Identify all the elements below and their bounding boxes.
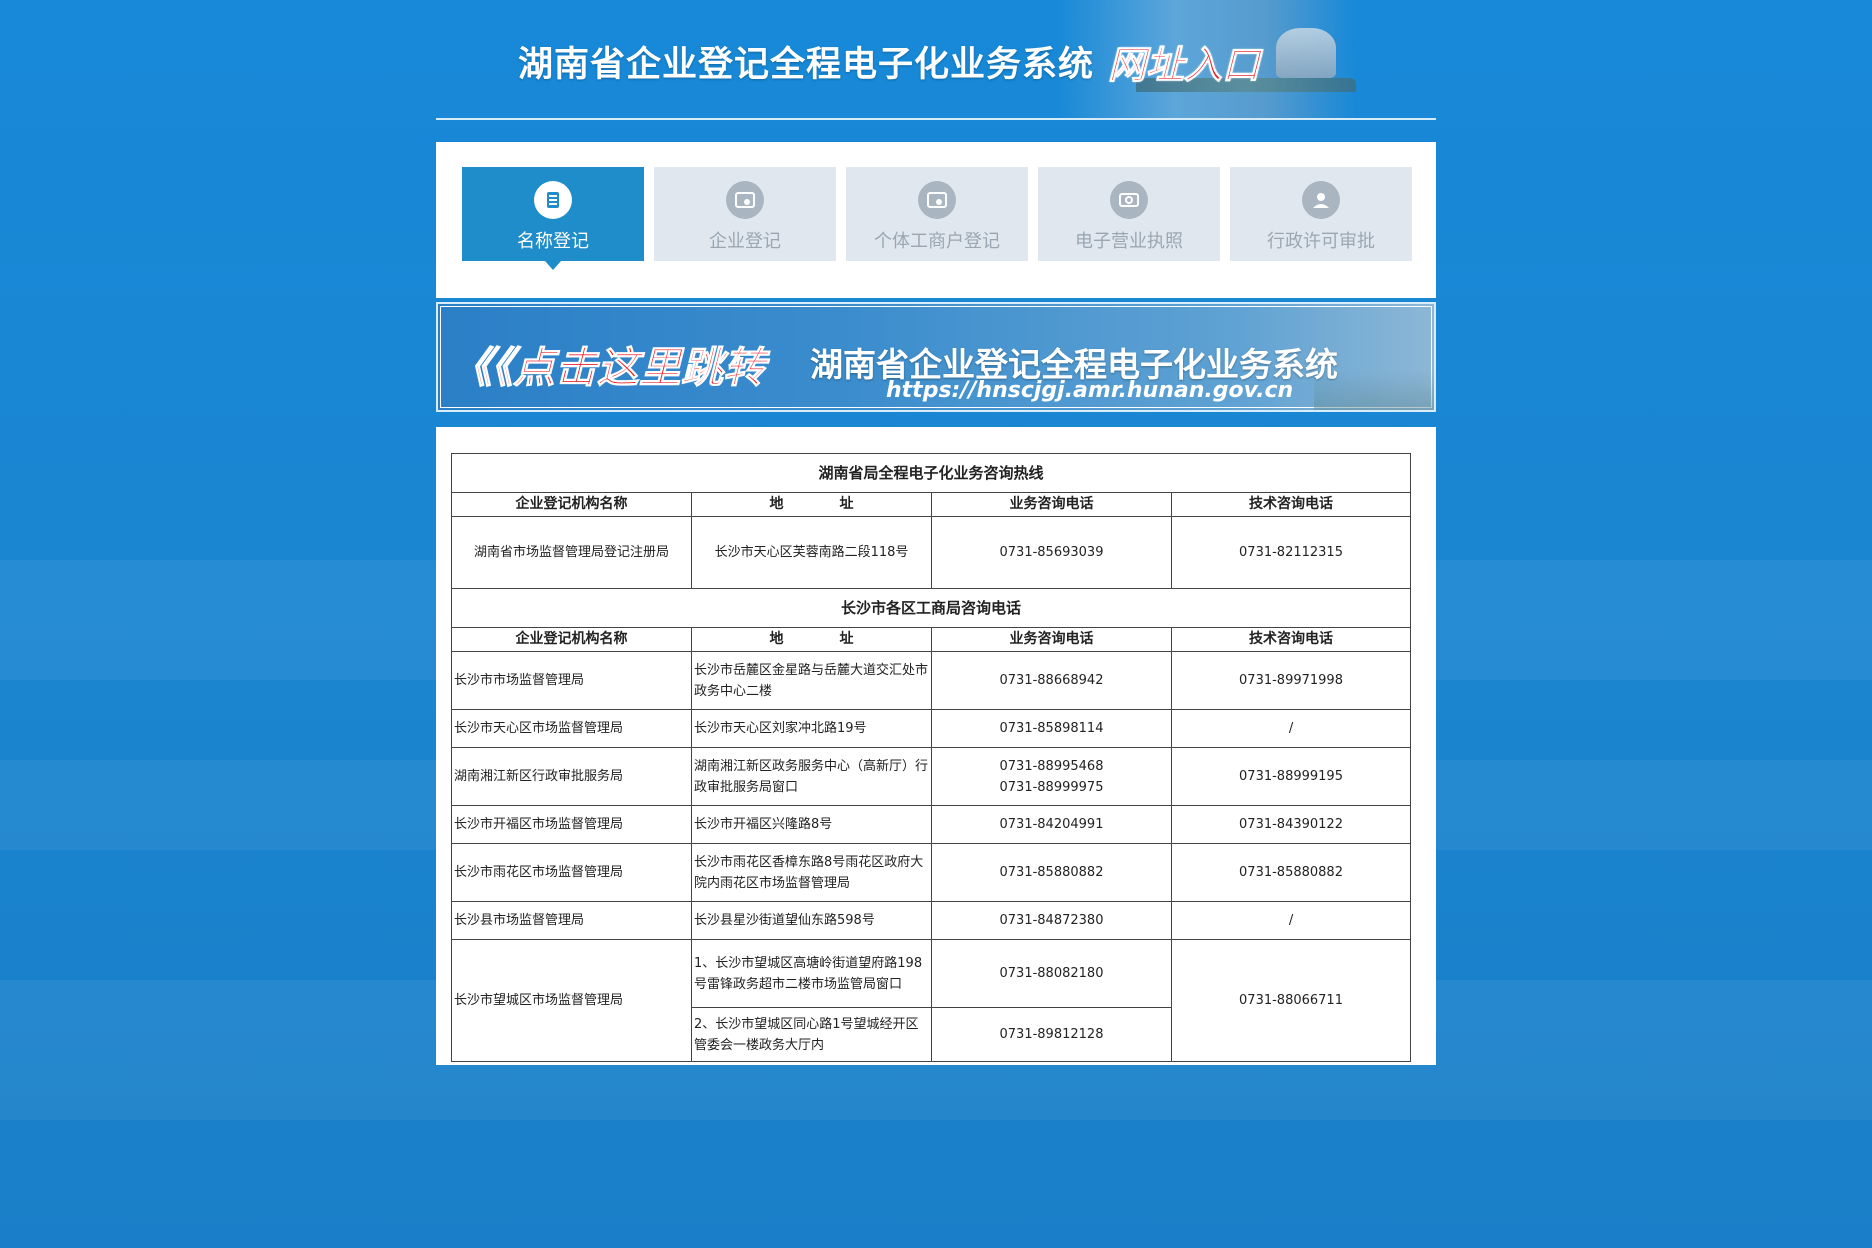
org-name-cell: 湖南省市场监督管理局登记注册局	[451, 516, 692, 589]
column-header: 技术咨询电话	[1170, 492, 1412, 517]
hotline-table: 湖南省局全程电子化业务咨询热线 企业登记机构名称 地 址 业务咨询电话 技术咨询…	[450, 453, 1412, 1062]
address-cell: 长沙市岳麓区金星路与岳麓大道交汇处市政务中心二楼	[691, 651, 932, 710]
org-name-cell: 长沙县市场监督管理局	[451, 901, 692, 940]
column-header: 业务咨询电话	[931, 492, 1172, 517]
tech-phone-cell: 0731-88066711	[1170, 939, 1412, 1062]
column-header-row: 企业登记机构名称 地 址 业务咨询电话 技术咨询电话	[451, 627, 1412, 652]
business-phone-cell: 0731-88082180	[931, 939, 1172, 1008]
section-title: 湖南省局全程电子化业务咨询热线	[450, 453, 1412, 493]
tech-phone-cell: 0731-88999195	[1170, 747, 1412, 806]
license-icon	[1110, 181, 1148, 219]
business-phone-cell: 0731-85880882	[931, 843, 1172, 902]
org-name-cell: 湖南湘江新区行政审批服务局	[451, 747, 692, 806]
id-card-icon	[726, 181, 764, 219]
header-statue-image	[1276, 28, 1336, 78]
business-phone-cell: 0731-85693039	[931, 516, 1172, 589]
address-cell: 长沙市天心区刘家冲北路19号	[691, 709, 932, 748]
tab-label: 电子营业执照	[1075, 231, 1183, 252]
table-row: 长沙县市场监督管理局 长沙县星沙街道望仙东路598号 0731-84872380…	[451, 901, 1412, 940]
tab-name-registration[interactable]: 名称登记	[462, 167, 644, 270]
user-icon	[1302, 181, 1340, 219]
tab-label: 个体工商户登记	[874, 231, 1000, 252]
column-header-row: 企业登记机构名称 地 址 业务咨询电话 技术咨询电话	[451, 492, 1412, 517]
table-row: 长沙市望城区市场监督管理局 1、长沙市望城区高塘岭街道望府路198号雷锋政务超市…	[451, 939, 1412, 1062]
org-name-cell: 长沙市雨花区市场监督管理局	[451, 843, 692, 902]
id-card-icon	[918, 181, 956, 219]
tabs-panel: 名称登记 企业登记 个体工商户登记 电子营业执照 行政许可审批	[436, 142, 1436, 298]
table-row: 长沙市雨花区市场监督管理局 长沙市雨花区香樟东路8号雨花区政府大院内雨花区市场监…	[451, 843, 1412, 902]
business-phone-cell: 0731-85898114	[931, 709, 1172, 748]
section-title-row: 长沙市各区工商局咨询电话	[450, 588, 1412, 628]
business-phone-cell: 0731-88668942	[931, 651, 1172, 710]
tech-phone-cell: 0731-89971998	[1170, 651, 1412, 710]
tech-phone-cell: 0731-82112315	[1170, 516, 1412, 589]
tab-label: 行政许可审批	[1267, 231, 1375, 252]
table-row: 湖南湘江新区行政审批服务局 湖南湘江新区政务服务中心（高新厅）行政审批服务局窗口…	[451, 747, 1412, 806]
hotline-panel: 湖南省局全程电子化业务咨询热线 企业登记机构名称 地 址 业务咨询电话 技术咨询…	[436, 427, 1436, 1065]
jump-banner[interactable]: 《《点击这里跳转 湖南省企业登记全程电子化业务系统 https://hnscjg…	[436, 302, 1436, 412]
page-header: 湖南省企业登记全程电子化业务系统 网址入口	[436, 0, 1436, 120]
column-header: 企业登记机构名称	[451, 627, 692, 652]
table-row: 长沙市市场监督管理局 长沙市岳麓区金星路与岳麓大道交汇处市政务中心二楼 0731…	[451, 651, 1412, 710]
column-header: 业务咨询电话	[931, 627, 1172, 652]
table-row: 长沙市天心区市场监督管理局 长沙市天心区刘家冲北路19号 0731-858981…	[451, 709, 1412, 748]
tech-phone-cell: /	[1170, 901, 1412, 940]
address-cell: 1、长沙市望城区高塘岭街道望府路198号雷锋政务超市二楼市场监管局窗口	[691, 939, 932, 1008]
business-phone-cell: 0731-89812128	[931, 1007, 1172, 1062]
banner-url: https://hnscjgj.amr.hunan.gov.cn	[886, 378, 1294, 403]
tech-phone-cell: 0731-85880882	[1170, 843, 1412, 902]
jump-link[interactable]: 《《点击这里跳转	[449, 334, 765, 395]
tech-phone-cell: /	[1170, 709, 1412, 748]
org-name-cell: 长沙市开福区市场监督管理局	[451, 805, 692, 844]
business-phone-cell: 0731-88995468 0731-88999975	[931, 747, 1172, 806]
tab-administrative-approval[interactable]: 行政许可审批	[1230, 167, 1412, 261]
org-name-cell: 长沙市市场监督管理局	[451, 651, 692, 710]
header-divider	[436, 118, 1436, 120]
table-row: 长沙市开福区市场监督管理局 长沙市开福区兴隆路8号 0731-84204991 …	[451, 805, 1412, 844]
tech-phone-cell: 0731-84390122	[1170, 805, 1412, 844]
address-cell: 长沙市雨花区香樟东路8号雨花区政府大院内雨花区市场监督管理局	[691, 843, 932, 902]
tab-label: 名称登记	[517, 231, 589, 252]
business-phone-cell: 0731-84204991	[931, 805, 1172, 844]
address-cell: 2、长沙市望城区同心路1号望城经开区管委会一楼政务大厅内	[691, 1007, 932, 1062]
page-title: 湖南省企业登记全程电子化业务系统	[518, 45, 1095, 85]
business-phone-line: 0731-88995468	[999, 758, 1104, 774]
business-phone-cell: 0731-84872380	[931, 901, 1172, 940]
org-name-cell: 长沙市天心区市场监督管理局	[451, 709, 692, 748]
business-phone-line: 0731-88999975	[999, 779, 1104, 795]
entry-label: 网址入口	[1107, 43, 1261, 88]
tab-electronic-business-license[interactable]: 电子营业执照	[1038, 167, 1220, 261]
tab-individual-business-registration[interactable]: 个体工商户登记	[846, 167, 1028, 261]
address-cell: 长沙市开福区兴隆路8号	[691, 805, 932, 844]
list-icon	[534, 181, 572, 219]
table-row: 湖南省市场监督管理局登记注册局 长沙市天心区芙蓉南路二段118号 0731-85…	[451, 516, 1412, 589]
section-title-row: 湖南省局全程电子化业务咨询热线	[450, 453, 1412, 493]
tab-label: 企业登记	[709, 231, 781, 252]
column-header: 地 址	[691, 627, 932, 652]
address-cell: 长沙县星沙街道望仙东路598号	[691, 901, 932, 940]
org-name-cell: 长沙市望城区市场监督管理局	[451, 939, 692, 1062]
column-header: 技术咨询电话	[1170, 627, 1412, 652]
section-title: 长沙市各区工商局咨询电话	[450, 588, 1412, 628]
address-cell: 湖南湘江新区政务服务中心（高新厅）行政审批服务局窗口	[691, 747, 932, 806]
column-header: 地 址	[691, 492, 932, 517]
active-tab-indicator	[545, 261, 561, 270]
column-header: 企业登记机构名称	[451, 492, 692, 517]
tab-enterprise-registration[interactable]: 企业登记	[654, 167, 836, 261]
address-cell: 长沙市天心区芙蓉南路二段118号	[691, 516, 932, 589]
